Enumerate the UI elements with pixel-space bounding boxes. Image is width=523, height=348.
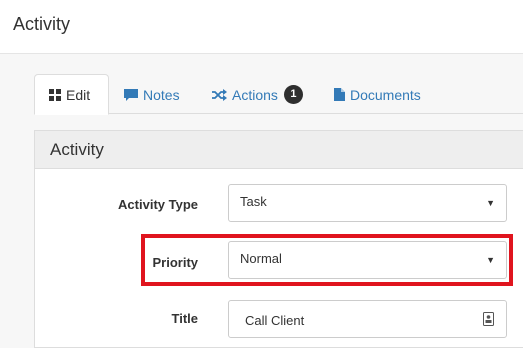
title-value: Call Client [245,313,305,328]
tab-notes[interactable]: Notes [122,74,180,115]
activity-type-label: Activity Type [118,197,198,212]
grid-icon [49,88,61,101]
actions-count-badge: 1 [283,85,303,104]
tab-bar: Edit Notes Actions 1 Documents [34,74,523,115]
panel-heading: Activity [35,131,523,169]
title-input[interactable]: Call Client [228,300,507,338]
tab-documents[interactable]: Documents [334,74,421,115]
document-icon [334,88,345,101]
tab-actions[interactable]: Actions 1 [212,74,303,115]
activity-type-select[interactable]: Task ▼ [228,184,507,222]
tab-documents-label: Documents [350,86,421,103]
tab-notes-label: Notes [143,86,180,103]
activity-type-value: Task [240,194,267,209]
tab-edit-label: Edit [66,86,91,103]
tab-edit[interactable]: Edit [34,74,109,115]
comment-icon [124,88,138,101]
page-header: Activity [0,0,523,54]
chevron-down-icon: ▼ [486,198,495,208]
contact-card-icon [483,312,494,329]
tab-actions-label: Actions [232,86,278,103]
priority-highlight-box [141,234,513,286]
title-label: Title [171,311,199,326]
page-title: Activity [13,14,71,34]
shuffle-icon [212,88,227,101]
